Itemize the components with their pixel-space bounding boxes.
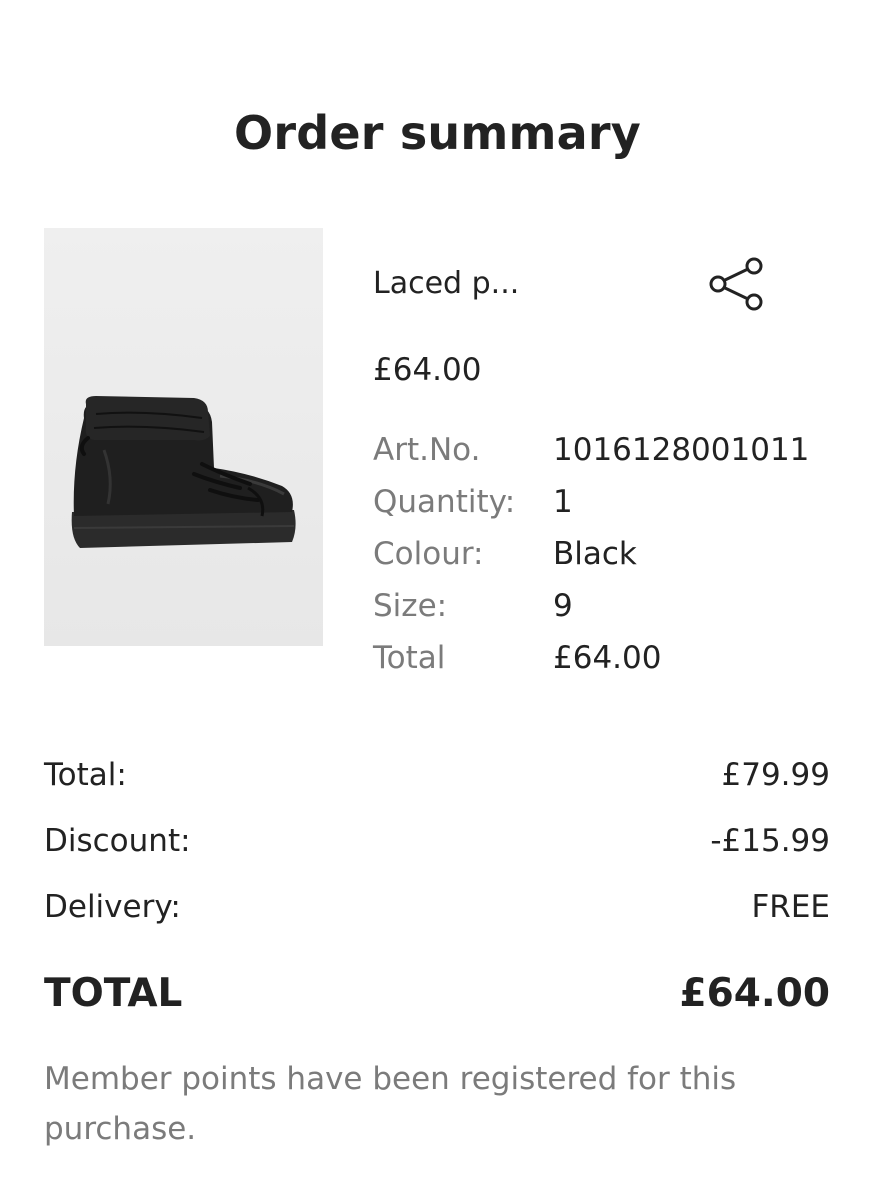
page-title: Order summary [234, 106, 641, 160]
grand-total-label: TOTAL [44, 971, 183, 1016]
attr-value: 1016128001011 [553, 432, 810, 468]
summary-value: £79.99 [721, 757, 830, 793]
share-icon [709, 257, 763, 311]
summary-row-subtotal: Total: £79.99 [44, 750, 830, 800]
summary-value: FREE [751, 889, 830, 925]
attr-label: Art.No. [373, 432, 481, 468]
member-points-note: Member points have been registered for t… [44, 1061, 737, 1147]
boot-illustration [44, 228, 323, 646]
attr-value: Black [553, 536, 637, 572]
attr-label: Total [373, 640, 446, 676]
share-button[interactable] [700, 252, 770, 316]
attr-label: Colour: [373, 536, 484, 572]
attr-value: 9 [553, 588, 573, 624]
product-price: £64.00 [373, 352, 482, 388]
attr-value: 1 [553, 484, 573, 520]
summary-label: Delivery: [44, 889, 181, 925]
summary-label: Total: [44, 757, 127, 793]
summary-value: -£15.99 [710, 823, 830, 859]
summary-label: Discount: [44, 823, 191, 859]
summary-row-delivery: Delivery: FREE [44, 882, 830, 932]
summary-row-grand-total: TOTAL £64.00 [44, 966, 830, 1022]
attr-value: £64.00 [553, 640, 662, 676]
grand-total-value: £64.00 [679, 971, 831, 1016]
attr-label: Quantity: [373, 484, 516, 520]
attr-label: Size: [373, 588, 448, 624]
product-image[interactable] [44, 228, 323, 646]
product-name[interactable]: Laced p... [373, 262, 519, 306]
summary-row-discount: Discount: -£15.99 [44, 816, 830, 866]
